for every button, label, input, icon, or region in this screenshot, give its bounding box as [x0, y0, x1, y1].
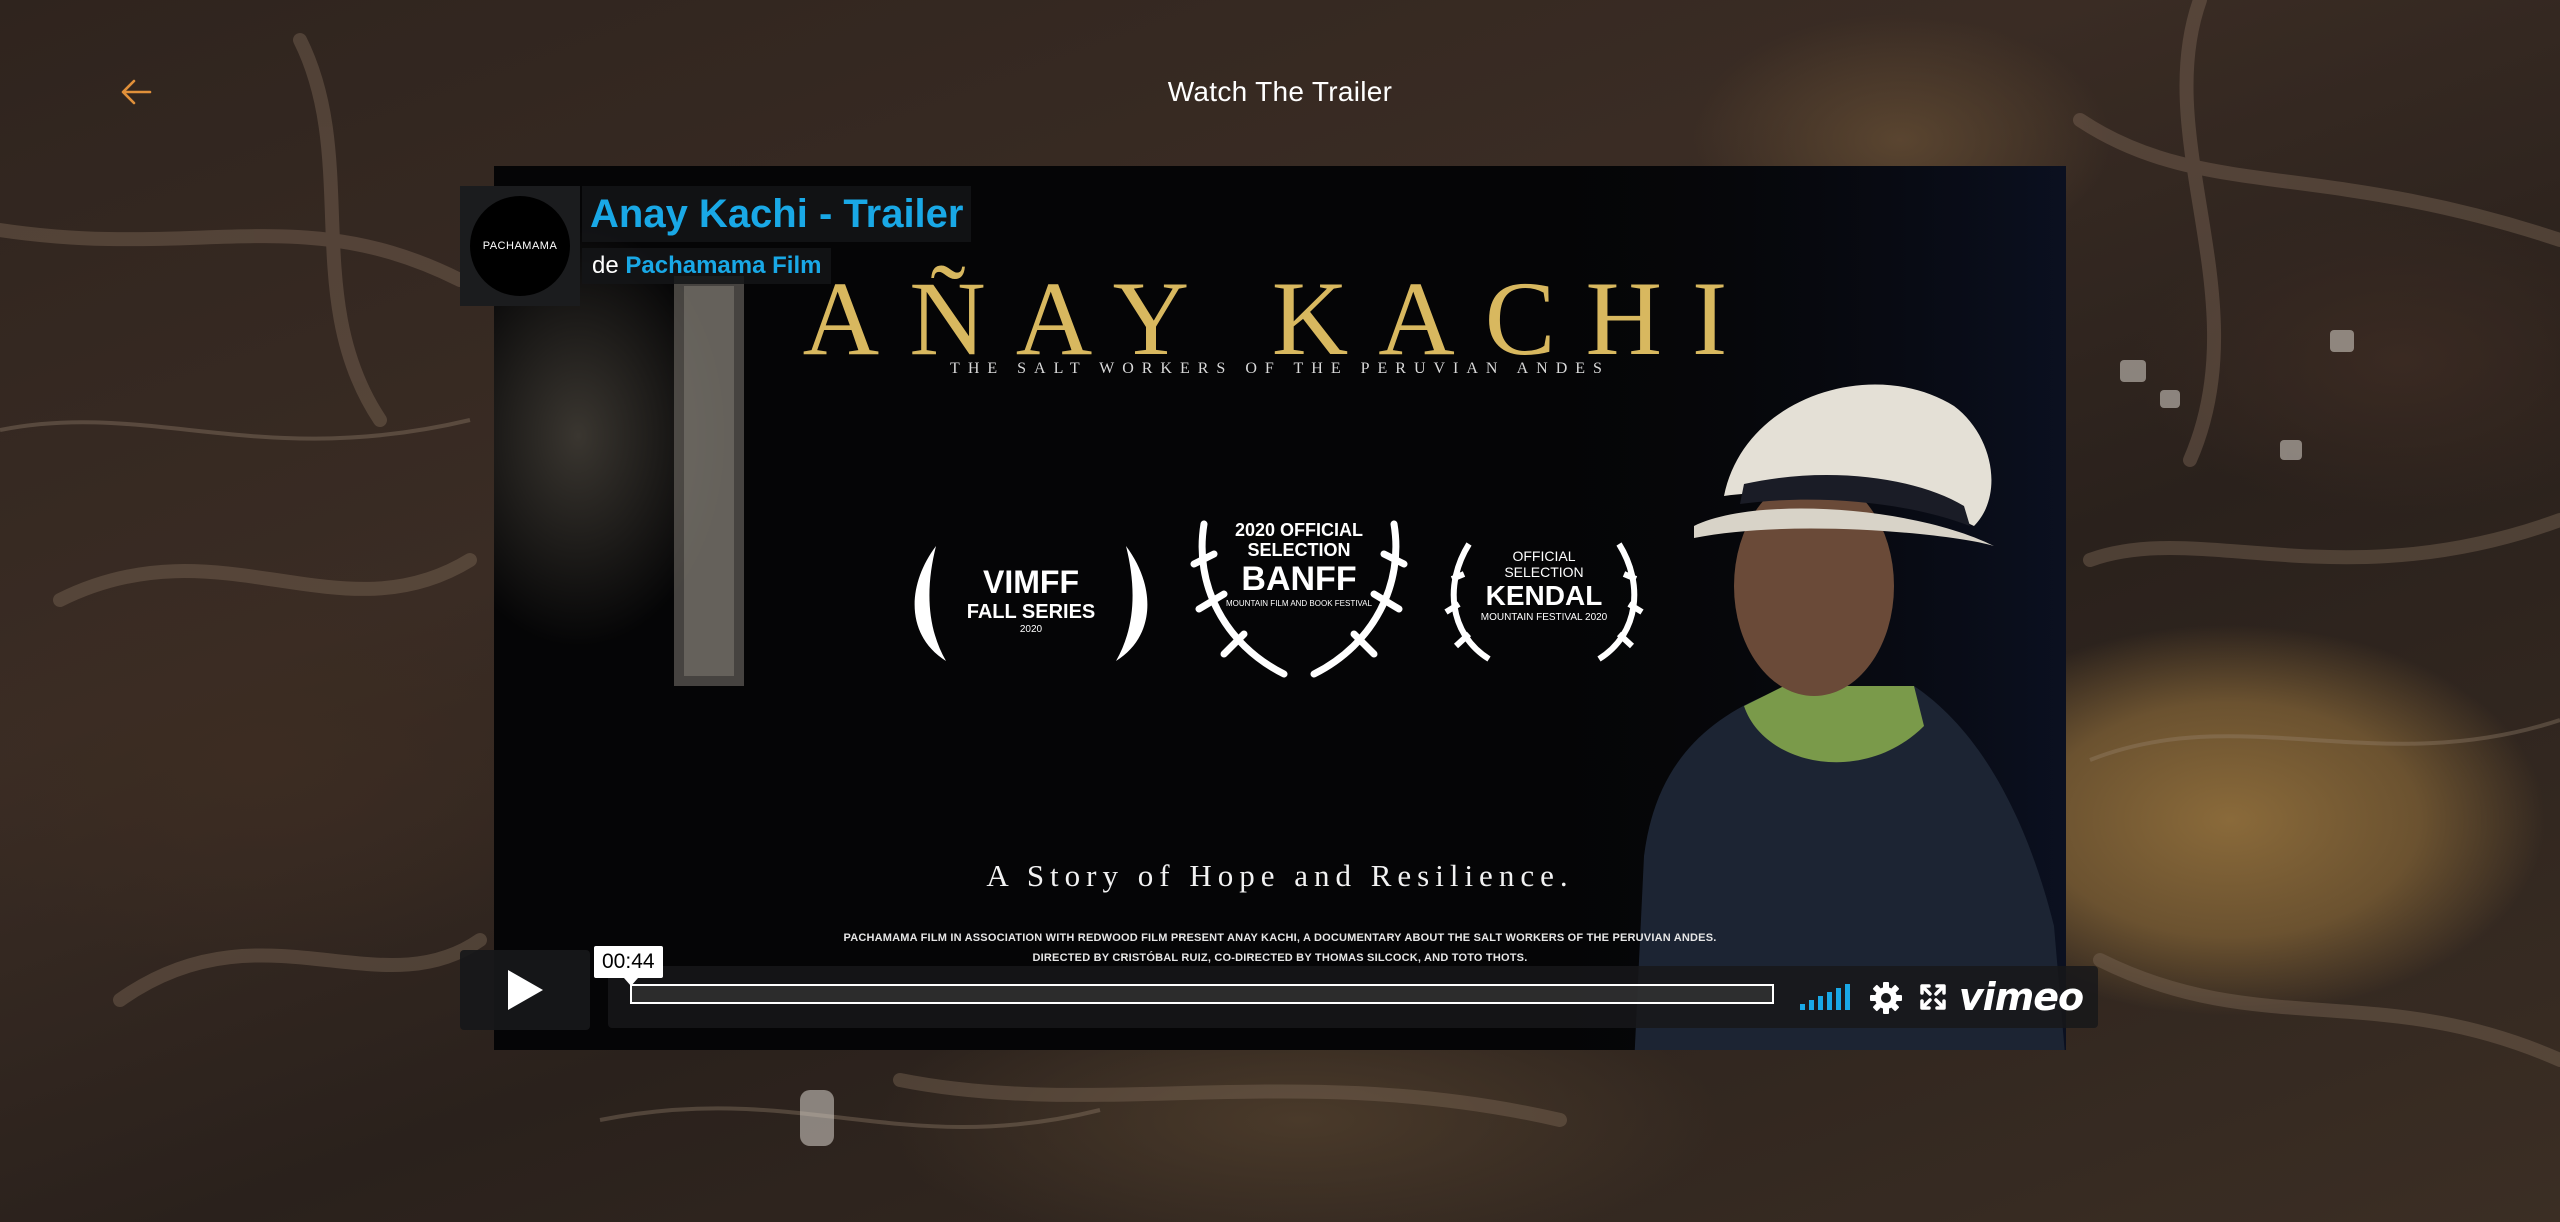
- laurel-vimff-name: VIMFF: [983, 564, 1079, 600]
- page-title: Watch The Trailer: [1167, 76, 1393, 107]
- laurel-banff-selection: 2020 OFFICIAL SELECTION: [1234, 520, 1364, 560]
- owner-link[interactable]: Pachamama Film: [625, 252, 821, 279]
- settings-button[interactable]: [1868, 980, 1904, 1016]
- laurel-banff: 2020 OFFICIAL SELECTION BANFF MOUNTAIN F…: [1184, 514, 1414, 689]
- fullscreen-icon: [1920, 984, 1946, 1010]
- video-player[interactable]: AÑAY KACHI THE SALT WORKERS OF THE PERUV…: [494, 166, 2066, 1050]
- laurel-banff-name: BANFF: [1241, 560, 1357, 598]
- laurel-banff-festival: MOUNTAIN FILM AND BOOK FESTIVAL: [1226, 599, 1372, 608]
- laurel-vimff-year: 2020: [1019, 624, 1043, 635]
- laurel-vimff-series: FALL SERIES: [966, 601, 1096, 623]
- poster-credits-1: PACHAMAMA FILM IN ASSOCIATION WITH REDWO…: [843, 932, 1717, 944]
- laurel-kendal: OFFICIAL SELECTION KENDAL MOUNTAIN FESTI…: [1444, 534, 1644, 669]
- laurel-kendal-selection: OFFICIAL SELECTION: [1504, 548, 1584, 580]
- poster-subtitle: THE SALT WORKERS OF THE PERUVIAN ANDES: [950, 360, 1610, 377]
- current-time-tooltip: 00:44: [594, 946, 663, 986]
- avatar-logo: PACHAMAMA: [470, 196, 570, 296]
- volume-icon: [1800, 984, 1850, 1010]
- video-byline: de Pachamama Film: [582, 248, 832, 284]
- laurel-kendal-name: KENDAL: [1485, 580, 1603, 611]
- play-icon: [508, 970, 543, 1010]
- vimeo-logo: vimeo: [1958, 975, 2084, 1019]
- laurel-vimff: VIMFF FALL SERIES 2020: [906, 536, 1156, 671]
- play-button[interactable]: [460, 950, 590, 1030]
- poster-credits-2: DIRECTED BY CRISTÓBAL RUIZ, CO-DIRECTED …: [1032, 952, 1528, 964]
- volume-button[interactable]: [1796, 980, 1852, 1014]
- laurel-kendal-festival: MOUNTAIN FESTIVAL 2020: [1480, 612, 1608, 623]
- fullscreen-button[interactable]: [1916, 980, 1950, 1014]
- control-bar: vimeo: [608, 966, 2098, 1028]
- progress-bar[interactable]: [630, 984, 1774, 1004]
- poster-tagline: A Story of Hope and Resilience.: [986, 858, 1574, 893]
- video-title-link[interactable]: Anay Kachi - Trailer: [582, 186, 972, 242]
- byline-prefix: de: [592, 252, 619, 279]
- settings-icon: [1870, 982, 1902, 1014]
- vimeo-logo-link[interactable]: vimeo: [1958, 974, 2084, 1020]
- channel-avatar[interactable]: PACHAMAMA: [460, 186, 580, 306]
